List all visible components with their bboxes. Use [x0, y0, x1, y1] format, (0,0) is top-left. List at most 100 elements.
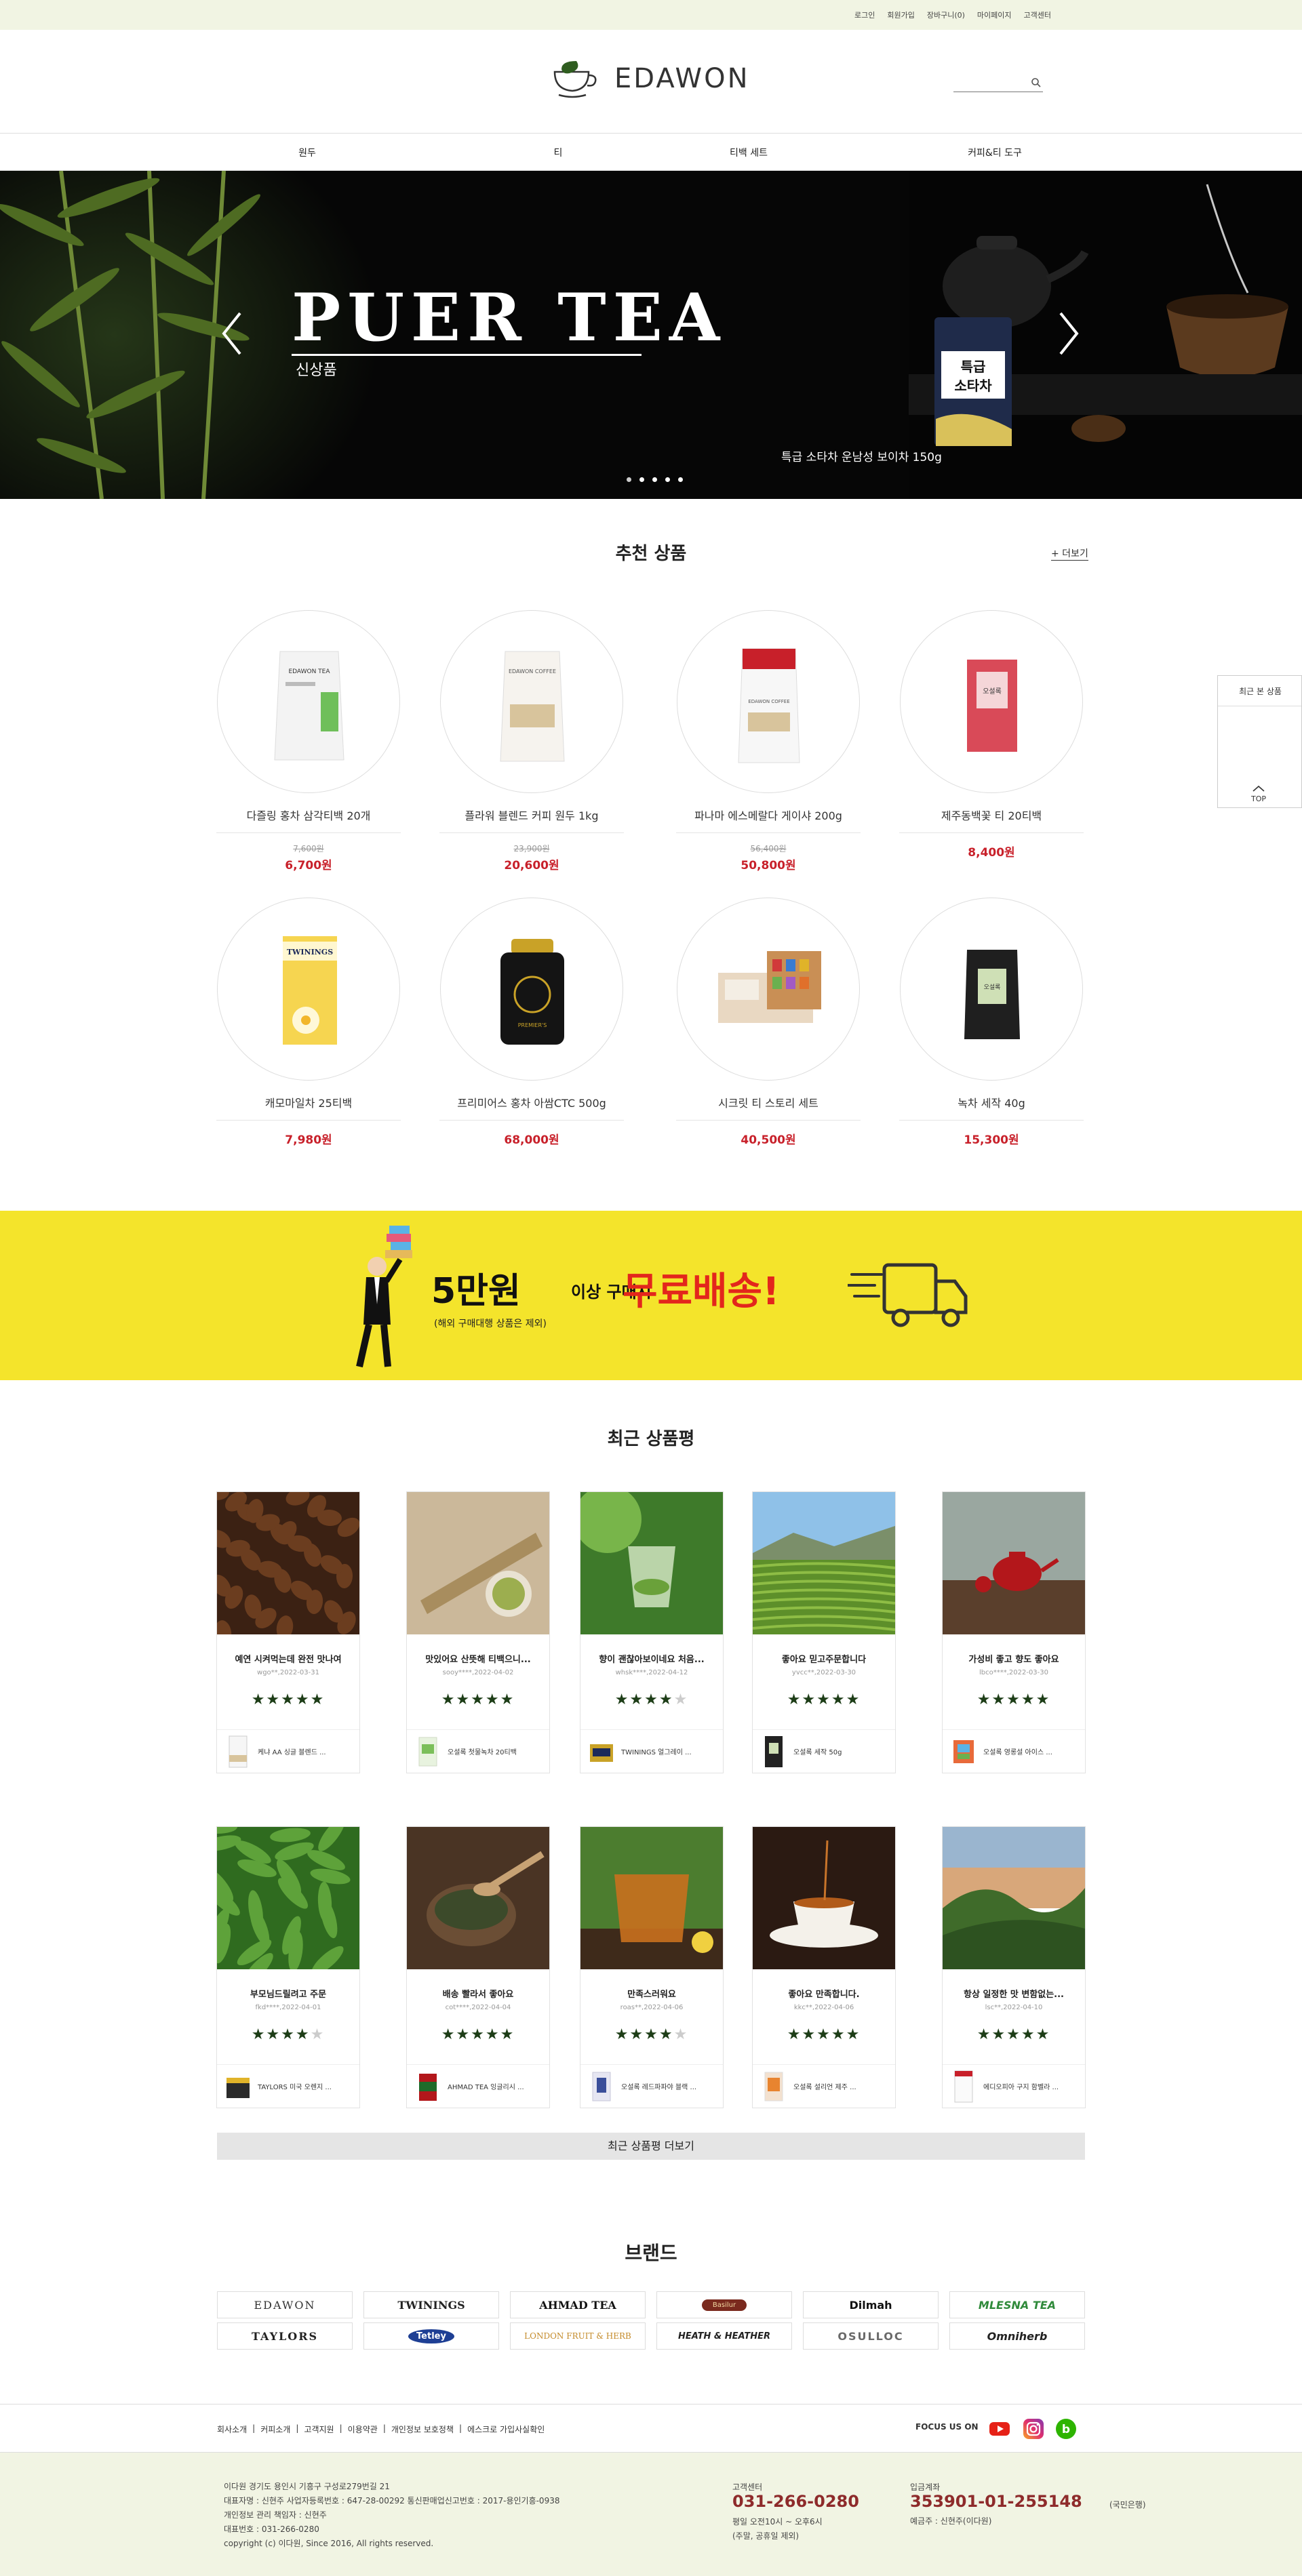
review-product[interactable]: 오설록 세작 50g — [753, 1729, 895, 1773]
review-title[interactable]: 배송 빨라서 좋아요 — [407, 1987, 549, 2000]
brand-edawon[interactable]: EDAWON — [217, 2291, 353, 2318]
product-card[interactable]: TWININGS 캐모마일차 25티백 7,980원 — [216, 898, 401, 1147]
product-card[interactable]: 오설록 녹차 세작 40g 15,300원 — [899, 898, 1084, 1147]
nav-tools[interactable]: 커피&티 도구 — [968, 146, 1022, 159]
promo-amount: 5만원 — [431, 1271, 521, 1312]
footer-link-coffee[interactable]: 커피소개 — [260, 2423, 290, 2435]
brand-ahmad[interactable]: AHMAD TEA — [510, 2291, 646, 2318]
nav-teabag-set[interactable]: 티백 세트 — [730, 146, 768, 159]
brand-osulloc[interactable]: OSULLOC — [803, 2322, 939, 2350]
product-card[interactable]: 오설록 제주동백꽃 티 20티백 8,400원 — [899, 610, 1084, 860]
review-product[interactable]: 오설록 설리언 제주 ... — [753, 2064, 895, 2108]
footer-link-privacy[interactable]: 개인정보 보호정책 — [391, 2423, 454, 2435]
product-image: 오설록 — [900, 610, 1083, 793]
hero-banner[interactable]: 특급 소타차 PUER TEA 신상품 특급 소타차 운남성 보이차 150g — [0, 171, 1302, 499]
banner-dot[interactable] — [652, 477, 657, 482]
recommended-more-link[interactable]: + 더보기 — [1051, 546, 1088, 561]
product-name[interactable]: 파나마 에스메랄다 게이샤 200g — [676, 807, 861, 833]
review-card[interactable]: 만족스러워요 roas**,2022-04-06 ★★★★★ 오설록 레드파파야 블랙… — [580, 1826, 724, 2108]
review-product[interactable]: TAYLORS 미국 오렌지 ... — [217, 2064, 359, 2108]
mypage-link[interactable]: 마이페이지 — [977, 9, 1012, 20]
banner-dot[interactable] — [639, 477, 644, 482]
review-title[interactable]: 가성비 좋고 향도 좋아요 — [943, 1652, 1085, 1665]
banner-prev-arrow-icon[interactable] — [218, 306, 245, 361]
product-name[interactable]: 플라워 블렌드 커피 원두 1kg — [439, 807, 624, 833]
review-title[interactable]: 좋아요 믿고주문합니다 — [753, 1652, 895, 1665]
review-product[interactable]: TWININGS 얼그레이 ... — [580, 1729, 723, 1773]
product-card[interactable]: EDAWON TEA 다즐링 홍차 삼각티백 20개 7,600원 6,700원 — [216, 610, 401, 872]
review-product[interactable]: 오설록 첫물녹차 20티백 — [407, 1729, 549, 1773]
review-card[interactable]: 항상 일정한 맛 변함없는... lsc**,2022-04-10 ★★★★★ 에디오… — [942, 1826, 1086, 2108]
blog-icon[interactable]: b — [1055, 2418, 1077, 2440]
product-name[interactable]: 캐모마일차 25티백 — [216, 1094, 401, 1121]
product-name[interactable]: 녹차 세작 40g — [899, 1094, 1084, 1121]
review-card[interactable]: 맛있어요 산뜻해 티백으니... sooy****,2022-04-02 ★★★★★… — [406, 1491, 550, 1773]
product-name[interactable]: 시크릿 티 스토리 세트 — [676, 1094, 861, 1121]
footer-link-terms[interactable]: 이용약관 — [348, 2423, 378, 2435]
brand-london-fruit-herb[interactable]: LONDON FRUIT & HERB — [510, 2322, 646, 2350]
review-meta: roas**,2022-04-06 — [620, 2004, 684, 2011]
signup-link[interactable]: 회원가입 — [887, 9, 914, 20]
product-card[interactable]: EDAWON COFFEE 플라워 블렌드 커피 원두 1kg 23,900원 … — [439, 610, 624, 872]
product-name[interactable]: 프리미어스 홍차 아쌈CTC 500g — [439, 1094, 624, 1121]
banner-dot[interactable] — [678, 477, 683, 482]
review-title[interactable]: 향이 괜찮아보이네요 처음... — [580, 1652, 723, 1665]
brand-twinings[interactable]: TWININGS — [363, 2291, 499, 2318]
product-name[interactable]: 제주동백꽃 티 20티백 — [899, 807, 1084, 833]
banner-next-arrow-icon[interactable] — [1055, 306, 1082, 361]
youtube-icon[interactable] — [989, 2418, 1010, 2440]
footer-link-company[interactable]: 회사소개 — [217, 2423, 247, 2435]
review-card[interactable]: 향이 괜찮아보이네요 처음... whsk****,2022-04-12 ★★★★★… — [574, 1485, 724, 1773]
review-title[interactable]: 맛있어요 산뜻해 티백으니... — [407, 1652, 549, 1665]
review-meta: lsc**,2022-04-10 — [985, 2004, 1043, 2011]
scroll-top-button[interactable]: TOP — [1250, 784, 1267, 803]
review-product-thumbnail — [229, 1735, 248, 1767]
review-product[interactable]: 에디오피아 구지 함벨라 ... — [943, 2064, 1085, 2108]
review-product[interactable]: 오설록 레드파파야 블랙 ... — [580, 2064, 723, 2108]
recently-viewed-widget: 최근 본 상품 TOP — [1217, 675, 1302, 808]
banner-dot[interactable] — [627, 477, 631, 482]
review-product[interactable]: AHMAD TEA 잉글리시 ... — [407, 2064, 549, 2108]
brand-omniherb[interactable]: Omniherb — [949, 2322, 1085, 2350]
review-card[interactable]: 예연 시켜먹는데 완전 맛나여 wgo**,2022-03-31 ★★★★★ 케냐 A… — [205, 1484, 360, 1773]
review-card[interactable]: 좋아요 믿고주문합니다 yvcc**,2022-03-30 ★★★★★ 오설록 세작 … — [752, 1491, 896, 1773]
instagram-icon[interactable] — [1023, 2418, 1044, 2440]
product-card[interactable]: PREMIER'S 프리미어스 홍차 아쌈CTC 500g 68,000원 — [439, 898, 624, 1147]
brand-taylors[interactable]: TAYLORS — [217, 2322, 353, 2350]
review-card[interactable]: 배송 빨라서 좋아요 cot****,2022-04-04 ★★★★★ AHMAD T… — [406, 1826, 550, 2108]
review-title[interactable]: 만족스러워요 — [580, 1987, 723, 2000]
brand-basilur[interactable]: Basilur — [656, 2291, 792, 2318]
free-shipping-banner[interactable]: 5만원 이상 구매시 무료배송! (해외 구매대행 상품은 제외) — [0, 1211, 1302, 1380]
review-title[interactable]: 항상 일정한 맛 변함없는... — [943, 1987, 1085, 2000]
footer-link-support[interactable]: 고객지원 — [304, 2423, 334, 2435]
product-card[interactable]: EDAWON COFFEE 파나마 에스메랄다 게이샤 200g 56,400원… — [676, 610, 861, 872]
search-input[interactable] — [953, 76, 1025, 91]
review-product-thumbnail — [418, 1737, 437, 1766]
review-photo — [752, 1492, 896, 1634]
reviews-more-button[interactable]: 최근 상품평 더보기 — [217, 2133, 1085, 2160]
review-card[interactable]: 좋아요 만족합니다. kkc**,2022-04-06 ★★★★★ 오설록 설리언 제… — [752, 1826, 896, 2108]
brand-tetley[interactable]: Tetley — [363, 2322, 499, 2350]
review-product[interactable]: 오설록 영롱설 아이스 ... — [943, 1729, 1085, 1773]
cart-link[interactable]: 장바구니(0) — [927, 9, 965, 20]
nav-tea[interactable]: 티 — [554, 146, 563, 159]
login-link[interactable]: 로그인 — [854, 9, 875, 20]
review-product[interactable]: 케냐 AA 싱글 블렌드 ... — [217, 1729, 359, 1773]
brand-mlesna[interactable]: MLESNA TEA — [949, 2291, 1085, 2318]
logo[interactable]: EDAWON — [549, 57, 750, 100]
review-card[interactable]: 부모님드릴려고 주문 fkd****,2022-04-01 ★★★★★ TAYLORS… — [197, 1817, 360, 2108]
product-name[interactable]: 다즐링 홍차 삼각티백 20개 — [216, 807, 401, 833]
review-card[interactable]: 가성비 좋고 향도 좋아요 lbco****,2022-03-30 ★★★★★ 오설록… — [942, 1491, 1086, 1773]
banner-dot[interactable] — [665, 477, 670, 482]
customer-center-link[interactable]: 고객센터 — [1024, 9, 1051, 20]
nav-beans[interactable]: 원두 — [298, 146, 316, 159]
product-card[interactable]: 시크릿 티 스토리 세트 40,500원 — [676, 898, 861, 1147]
brand-heath-heather[interactable]: HEATH & HEATHER — [656, 2322, 792, 2350]
brand-dilmah[interactable]: Dilmah — [803, 2291, 939, 2318]
search-icon[interactable] — [1031, 77, 1042, 88]
review-title[interactable]: 좋아요 만족합니다. — [753, 1987, 895, 2000]
review-title[interactable]: 부모님드릴려고 주문 — [217, 1987, 359, 2000]
footer-link-escrow[interactable]: 에스크로 가입사실확인 — [467, 2423, 545, 2435]
product-price: 8,400원 — [968, 846, 1015, 860]
review-title[interactable]: 예연 시켜먹는데 완전 맛나여 — [217, 1652, 359, 1665]
